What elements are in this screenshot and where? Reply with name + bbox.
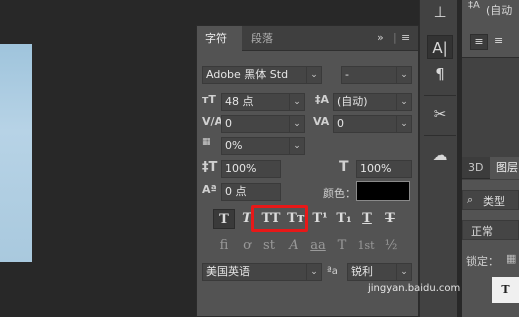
watermark: jingyan.baidu.com xyxy=(368,283,461,294)
layer-filter-value: 类型 xyxy=(483,195,505,208)
baseline-shift-icon: Aª xyxy=(202,183,217,196)
leading-value: (自动) xyxy=(337,95,368,108)
divider xyxy=(424,135,456,136)
layers-tabs: 3D 图层 xyxy=(462,157,519,179)
subscript-button[interactable]: T₁ xyxy=(333,209,355,229)
panel-icon-column: ⊥ A| ¶ ✂ ☁ xyxy=(419,0,457,317)
tools-icon[interactable]: ✂ xyxy=(427,102,453,126)
layer-filter-select[interactable]: ⌕ 类型 xyxy=(462,190,519,210)
panel-menu-icon[interactable]: ≡ xyxy=(401,31,410,44)
antialias-value: 锐利 xyxy=(351,265,373,278)
character-panel-icon[interactable]: A| xyxy=(427,35,453,59)
chevron-down-icon: ⌄ xyxy=(396,116,411,132)
font-size-field[interactable]: 48 点 ⌄ xyxy=(221,93,305,111)
cloud-icon[interactable]: ☁ xyxy=(427,143,453,167)
paragraph-panel-icon[interactable]: ¶ xyxy=(427,62,453,86)
character-panel: 字符 段落 » | ≡ Adobe 黑体 Std ⌄ - ⌄ ᴛT 48 点 ⌄… xyxy=(196,25,419,317)
search-icon: ⌕ xyxy=(467,193,474,206)
discretionary-ligatures-button[interactable]: st xyxy=(258,236,280,256)
chevron-down-icon: ⌄ xyxy=(396,264,411,280)
antialias-select[interactable]: 锐利 ⌄ xyxy=(347,263,412,281)
tracking-icon: VA xyxy=(313,115,330,128)
divider: | xyxy=(393,31,397,44)
font-family-value: Adobe 黑体 Std xyxy=(206,68,289,81)
stylistic-alternates-button[interactable]: aa xyxy=(307,236,329,256)
color-swatch[interactable] xyxy=(356,181,410,201)
lock-label: 锁定： xyxy=(466,255,499,268)
collapse-icon[interactable]: » xyxy=(377,31,384,44)
tracking-field[interactable]: 0 ⌄ xyxy=(333,115,412,133)
align-left-icon[interactable]: ≡ xyxy=(470,34,488,50)
leading-value: (自动 xyxy=(486,4,513,17)
superscript-button[interactable]: T¹ xyxy=(309,209,331,229)
chevron-down-icon: ⌄ xyxy=(289,116,304,132)
right-panels: ‡A (自动 ≡ ≡ 3D 图层 ⌕ 类型 正常 锁定： ▦ T xyxy=(462,0,519,317)
lock-pixels-icon[interactable]: ▦ xyxy=(506,252,516,265)
horizontal-scale-value: 100% xyxy=(360,162,392,175)
vertical-scale-value: 100% xyxy=(225,162,257,175)
language-value: 美国英语 xyxy=(206,265,250,278)
tracking-value: 0 xyxy=(337,117,344,130)
baseline-shift-value: 0 点 xyxy=(225,185,247,198)
align-center-icon[interactable]: ≡ xyxy=(494,34,503,47)
tab-layers[interactable]: 图层 xyxy=(490,157,519,179)
ordinals-button[interactable]: 1st xyxy=(355,236,377,256)
blend-mode-value: 正常 xyxy=(471,225,493,238)
tab-paragraph[interactable]: 段落 xyxy=(243,26,281,51)
tsume-value: 0% xyxy=(225,139,243,152)
chevron-down-icon: ⌄ xyxy=(396,94,411,110)
old-style-button[interactable]: ơ xyxy=(236,236,258,256)
faux-bold-button[interactable]: T xyxy=(213,209,235,229)
horizontal-scale-field[interactable]: 100% xyxy=(356,160,412,178)
tab-3d[interactable]: 3D xyxy=(468,161,483,174)
chevron-down-icon: ⌄ xyxy=(289,94,304,110)
horizontal-scale-icon: T xyxy=(339,159,349,175)
fractions-button[interactable]: ½ xyxy=(380,236,402,256)
leading-icon: ‡A xyxy=(315,93,330,106)
kerning-value: 0 xyxy=(225,117,232,130)
baseline-shift-field[interactable]: 0 点 xyxy=(221,183,281,201)
kerning-icon: V/A xyxy=(202,115,224,128)
blend-mode-select[interactable]: 正常 xyxy=(462,220,519,240)
language-select[interactable]: 美国英语 ⌄ xyxy=(202,263,322,281)
tsume-icon: ▦ xyxy=(202,137,211,147)
font-size-value: 48 点 xyxy=(225,95,254,108)
color-label: 颜色： xyxy=(323,187,356,200)
leading-field[interactable]: (自动) ⌄ xyxy=(333,93,412,111)
paragraph-options: ‡A (自动 ≡ ≡ xyxy=(462,0,519,58)
titling-alternates-button[interactable]: T xyxy=(331,236,353,256)
tab-character[interactable]: 字符 xyxy=(197,26,242,51)
tsume-field[interactable]: 0% ⌄ xyxy=(221,137,305,155)
text-layer-thumbnail[interactable]: T xyxy=(492,277,519,303)
font-style-value: - xyxy=(345,68,349,81)
panel-tabs: 字符 段落 » | ≡ xyxy=(197,26,418,51)
chevron-down-icon: ⌄ xyxy=(289,138,304,154)
swash-button[interactable]: A xyxy=(283,236,305,256)
font-style-select[interactable]: - ⌄ xyxy=(341,66,412,84)
antialias-icon: ªa xyxy=(327,266,338,277)
vertical-scale-field[interactable]: 100% xyxy=(221,160,281,178)
strikethrough-button[interactable]: T xyxy=(379,209,401,229)
divider xyxy=(424,95,456,96)
underline-button[interactable]: T xyxy=(356,209,378,229)
chevron-down-icon: ⌄ xyxy=(396,67,411,83)
ligatures-button[interactable]: fi xyxy=(213,236,235,256)
highlight-box xyxy=(251,205,308,232)
leading-icon: ‡A xyxy=(468,0,480,11)
chevron-down-icon: ⌄ xyxy=(306,264,321,280)
font-family-select[interactable]: Adobe 黑体 Std ⌄ xyxy=(202,66,322,84)
canvas-image xyxy=(0,44,32,262)
kerning-field[interactable]: 0 ⌄ xyxy=(221,115,305,133)
layers-panel: ⌕ 类型 正常 锁定： ▦ T xyxy=(462,180,519,317)
font-size-icon: ᴛT xyxy=(202,93,216,106)
chevron-down-icon: ⌄ xyxy=(306,67,321,83)
stamp-icon[interactable]: ⊥ xyxy=(427,0,453,24)
vertical-scale-icon: ‡T xyxy=(202,160,218,175)
